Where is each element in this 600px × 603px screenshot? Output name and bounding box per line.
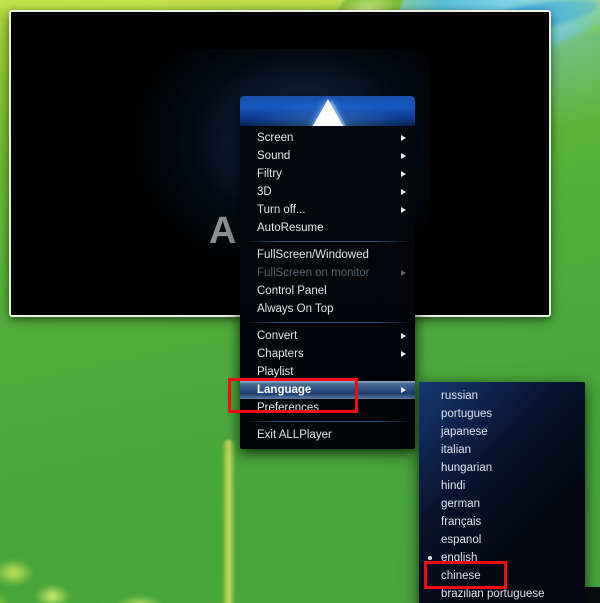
menu-item-convert[interactable]: Convert: [240, 327, 415, 345]
language-item-japanese[interactable]: japanese: [419, 423, 585, 441]
menu-item-control-panel[interactable]: Control Panel: [240, 282, 415, 300]
menu-separator: [246, 322, 409, 323]
language-item-label: chinese: [441, 570, 481, 582]
menu-item-language[interactable]: Language: [240, 381, 415, 399]
menu-item-label: Preferences: [257, 402, 320, 414]
menu-item-label: Playlist: [257, 366, 294, 378]
menu-item-turn-off[interactable]: Turn off...: [240, 201, 415, 219]
submenu-arrow-icon: [401, 171, 406, 177]
language-item-label: russian: [441, 390, 479, 402]
language-item-hindi[interactable]: hindi: [419, 477, 585, 495]
menu-item-label: Turn off...: [257, 204, 306, 216]
language-item-hungarian[interactable]: hungarian: [419, 459, 585, 477]
menu-item-fullscreen-windowed[interactable]: FullScreen/Windowed: [240, 246, 415, 264]
language-item-label: français: [441, 516, 482, 528]
language-item-fran-ais[interactable]: français: [419, 513, 585, 531]
menu-item-filtry[interactable]: Filtry: [240, 165, 415, 183]
menu-item-label: Sound: [257, 150, 291, 162]
menu-item-preferences[interactable]: Preferences: [240, 399, 415, 417]
submenu-arrow-icon: [401, 270, 406, 276]
context-menu-header: [240, 96, 415, 126]
menu-item-screen[interactable]: Screen: [240, 129, 415, 147]
submenu-arrow-icon: [401, 387, 406, 393]
language-item-label: japanese: [441, 426, 488, 438]
menu-separator: [246, 241, 409, 242]
menu-item-label: FullScreen on monitor: [257, 267, 370, 279]
menu-separator: [246, 421, 409, 422]
menu-item-label: Filtry: [257, 168, 282, 180]
submenu-arrow-icon: [401, 135, 406, 141]
language-item-brazilian-portuguese[interactable]: brazilian portuguese: [419, 585, 585, 603]
menu-item-chapters[interactable]: Chapters: [240, 345, 415, 363]
menu-item-fullscreen-on-monitor: FullScreen on monitor: [240, 264, 415, 282]
menu-item-label: Convert: [257, 330, 298, 342]
menu-item-label: FullScreen/Windowed: [257, 249, 369, 261]
language-item-label: hungarian: [441, 462, 493, 474]
menu-item-always-on-top[interactable]: Always On Top: [240, 300, 415, 318]
language-item-russian[interactable]: russian: [419, 387, 585, 405]
screen-root: A Screen Sound Filtry 3D Turn off... AutoResu…: [0, 0, 600, 603]
submenu-arrow-icon: [401, 333, 406, 339]
menu-item-sound[interactable]: Sound: [240, 147, 415, 165]
context-menu-items: Screen Sound Filtry 3D Turn off... AutoResume…: [240, 126, 415, 444]
language-item-chinese[interactable]: chinese: [419, 567, 585, 585]
menu-item-3d[interactable]: 3D: [240, 183, 415, 201]
menu-item-label: AutoResume: [257, 222, 324, 234]
language-item-label: portugues: [441, 408, 493, 420]
language-item-portugues[interactable]: portugues: [419, 405, 585, 423]
submenu-arrow-icon: [401, 351, 406, 357]
submenu-arrow-icon: [401, 153, 406, 159]
submenu-arrow-icon: [401, 189, 406, 195]
language-item-espanol[interactable]: espanol: [419, 531, 585, 549]
menu-item-label: Chapters: [257, 348, 304, 360]
menu-item-label: Screen: [257, 132, 294, 144]
menu-item-exit-allplayer[interactable]: Exit ALLPlayer: [240, 426, 415, 444]
submenu-arrow-icon: [401, 207, 406, 213]
menu-item-label: Control Panel: [257, 285, 327, 297]
video-watermark-letter: A: [209, 210, 238, 252]
menu-item-autoresume[interactable]: AutoResume: [240, 219, 415, 237]
selected-language-bullet-icon: [428, 556, 432, 560]
language-item-label: english: [441, 552, 478, 564]
menu-item-label: 3D: [257, 186, 272, 198]
language-item-german[interactable]: german: [419, 495, 585, 513]
allplayer-triangle-logo-icon: [309, 99, 346, 126]
language-item-label: brazilian portuguese: [441, 588, 545, 600]
language-item-label: italian: [441, 444, 472, 456]
language-item-english[interactable]: english: [419, 549, 585, 567]
language-submenu[interactable]: russian portugues japanese italian hungarian…: [419, 382, 585, 603]
context-menu[interactable]: Screen Sound Filtry 3D Turn off... AutoResume…: [240, 96, 415, 449]
language-item-italian[interactable]: italian: [419, 441, 585, 459]
language-item-label: hindi: [441, 480, 466, 492]
menu-item-label: Exit ALLPlayer: [257, 429, 332, 441]
language-item-label: german: [441, 498, 480, 510]
language-item-label: espanol: [441, 534, 482, 546]
wallpaper-foliage-center: [95, 573, 245, 603]
menu-item-label: Language: [257, 384, 312, 396]
menu-item-playlist[interactable]: Playlist: [240, 363, 415, 381]
menu-item-label: Always On Top: [257, 303, 334, 315]
